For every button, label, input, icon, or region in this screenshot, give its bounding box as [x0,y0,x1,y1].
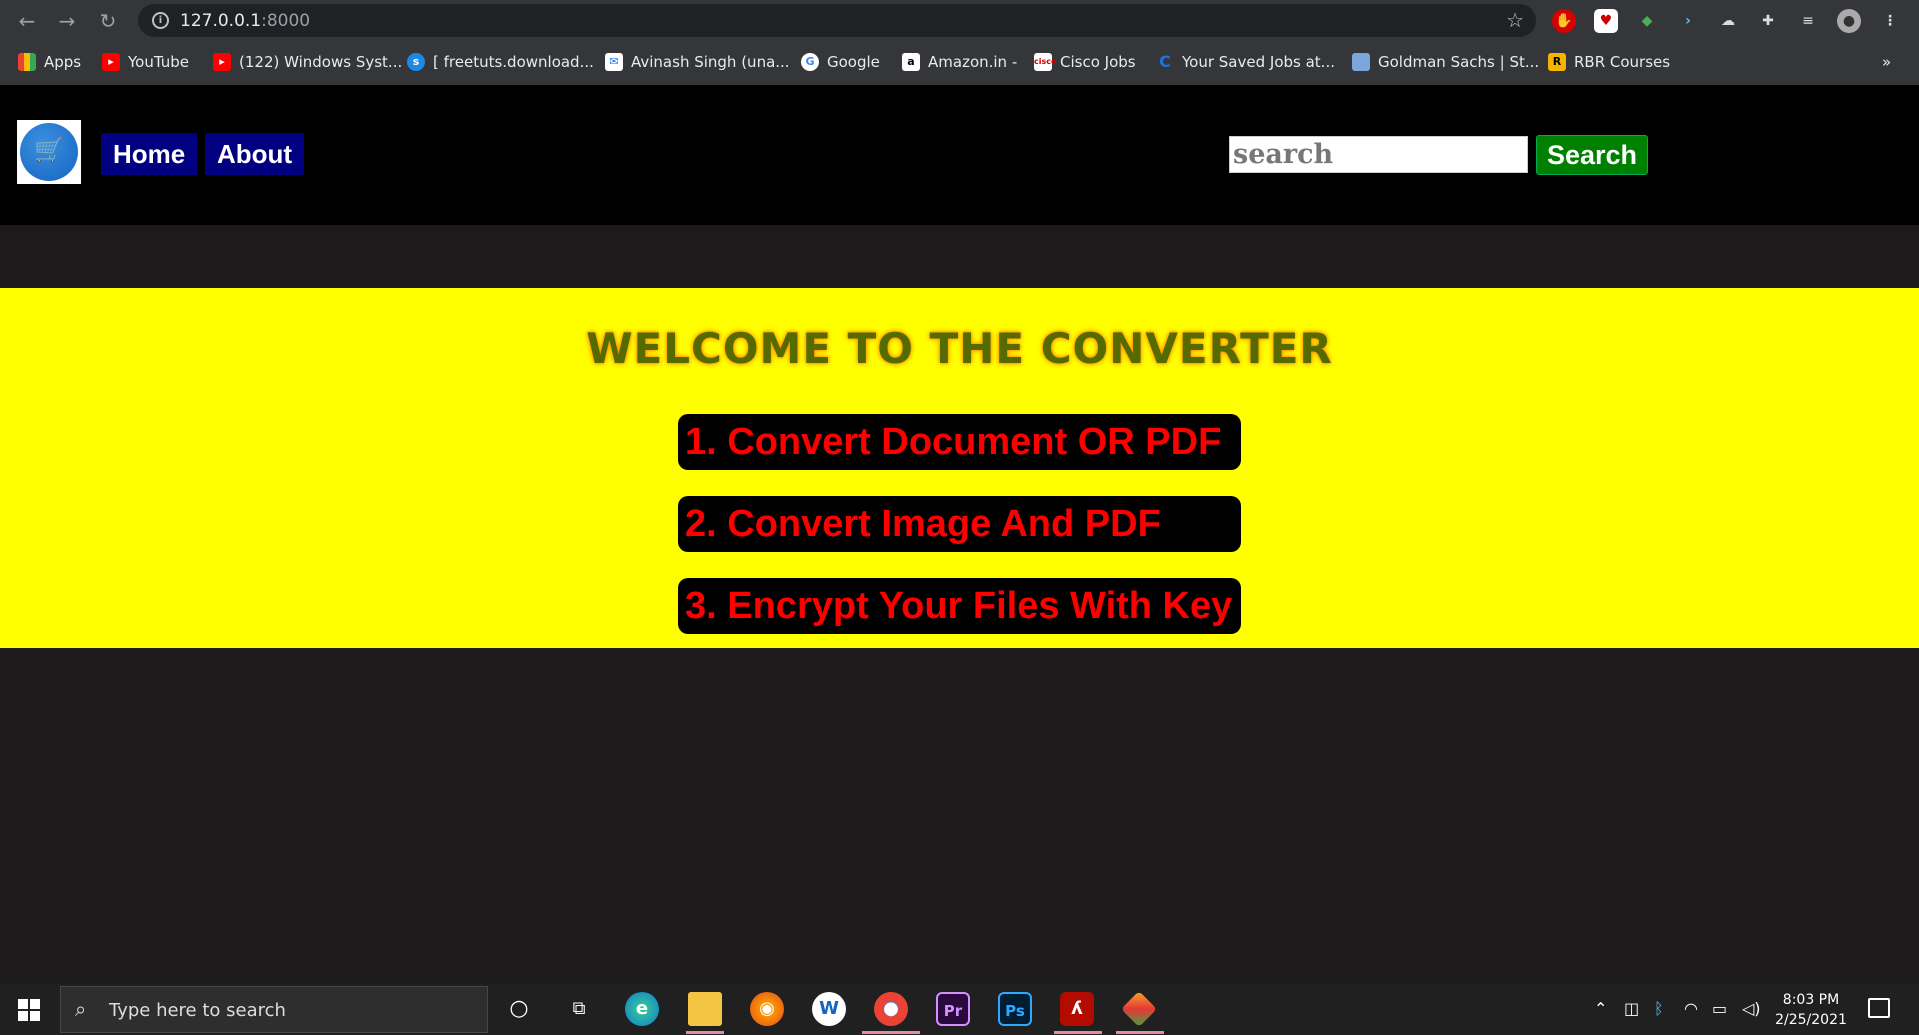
premiere-pro-icon[interactable]: Pr [936,992,970,1026]
bookmark-saved-jobs[interactable]: C Your Saved Jobs at... [1156,51,1335,73]
converter-banner: WELCOME TO THE CONVERTER 1. Convert Docu… [0,288,1919,648]
bookmark-star-icon[interactable]: ☆ [1506,8,1524,32]
edge-browser-icon[interactable]: e [625,992,659,1026]
bookmark-label: Avinash Singh (una... [631,53,790,71]
welcome-heading: WELCOME TO THE CONVERTER [586,324,1333,373]
taskbar-clock[interactable]: 8:03 PM 2/25/2021 [1771,990,1851,1030]
bookmark-windows-syst[interactable]: ▸ (122) Windows Syst... [213,51,402,73]
site-info-icon[interactable]: i [152,12,169,29]
cisco-icon: cisco [1034,53,1056,71]
bookmark-label: RBR Courses [1574,53,1671,71]
windows-start-icon[interactable] [18,999,40,1021]
bookmark-rbr-courses[interactable]: R RBR Courses [1548,51,1670,73]
bookmark-youtube[interactable]: ▸ YouTube [102,51,189,73]
nav-about-link[interactable]: About [205,133,305,175]
youtube-icon: ▸ [213,53,231,71]
battery-icon[interactable]: ▭ [1712,999,1727,1018]
c-icon: C [1159,52,1171,71]
bookmark-freetuts[interactable]: s [ freetuts.download... [407,51,594,73]
bookmarks-overflow-button[interactable]: » [1882,51,1891,73]
browser-toolbar: ← → ↻ i 127.0.0.1:8000 ☆ ✋ ♥ ◆ › ☁ ✚ ≡ ●… [0,0,1919,42]
address-bar[interactable]: i 127.0.0.1:8000 ☆ [138,4,1536,37]
bookmark-label: Goldman Sachs | St... [1378,53,1540,71]
convert-document-pdf-option[interactable]: 1. Convert Document OR PDF [678,414,1241,470]
url-text[interactable]: 127.0.0.1:8000 [180,11,310,31]
youtube-icon: ▸ [102,53,120,71]
acrobat-icon[interactable]: ʎ [1060,992,1094,1026]
clock-date: 2/25/2021 [1775,1012,1847,1028]
google-icon: G [801,53,819,71]
volume-icon[interactable]: ◁) [1742,999,1761,1018]
bookmark-label: Your Saved Jobs at... [1182,53,1335,71]
encrypt-files-option[interactable]: 3. Encrypt Your Files With Key [678,578,1241,634]
file-explorer-icon[interactable] [688,992,722,1026]
page-icon [1352,53,1370,71]
active-app-indicator [862,1031,920,1034]
back-arrow-icon[interactable]: ← [14,9,40,33]
cortana-icon[interactable]: ○ [502,992,536,1026]
bookmark-goldman-sachs[interactable]: Goldman Sachs | St... [1352,51,1539,73]
bookmark-label: [ freetuts.download... [433,53,594,71]
search-input[interactable] [1229,136,1528,173]
site-header: 🛒 Home About Search [0,85,1919,225]
wifi-icon[interactable]: ◠ [1684,999,1698,1018]
task-view-icon[interactable]: ⧉ [562,992,596,1026]
windows-taskbar: ⌕ Type here to search ○ ⧉ e ◉ W ● Pr Ps … [0,984,1919,1035]
reading-list-icon[interactable]: ≡ [1796,9,1820,33]
chrome-icon[interactable]: ● [874,992,908,1026]
puzzle-extensions-icon[interactable]: ✚ [1756,9,1780,33]
notification-center-icon[interactable] [1868,998,1890,1018]
pocket-extension-icon[interactable]: ♥ [1594,9,1618,33]
active-app-indicator [1054,1031,1102,1034]
firefox-icon[interactable]: ◉ [750,992,784,1026]
bookmark-label: YouTube [128,53,189,71]
word-app-icon[interactable]: W [812,992,846,1026]
bookmarks-bar: Apps ▸ YouTube ▸ (122) Windows Syst... s… [0,46,1919,78]
url-host: 127.0.0.1 [180,11,262,31]
clock-time: 8:03 PM [1782,992,1840,1008]
profile-avatar-icon[interactable]: ● [1837,9,1861,33]
adblock-extension-icon[interactable]: ✋ [1552,9,1576,33]
active-app-indicator [686,1031,724,1034]
overflow-chevron-icon: » [1882,53,1892,71]
rbr-icon: R [1548,53,1566,71]
tray-chevron-up-icon[interactable]: ⌃ [1594,999,1607,1018]
photoshop-icon[interactable]: Ps [998,992,1032,1026]
bookmark-label: Apps [44,53,82,71]
bookmark-label: Google [827,53,880,71]
search-icon: ⌕ [75,997,87,1021]
nav-home-link[interactable]: Home [101,133,198,175]
git-app-icon[interactable] [1120,990,1158,1028]
amazon-icon: a [902,53,920,71]
bookmark-label: (122) Windows Syst... [239,53,403,71]
meet-now-icon[interactable]: ◫ [1624,999,1639,1018]
bookmark-google[interactable]: G Google [801,51,880,73]
active-app-indicator [1116,1031,1164,1034]
bluetooth-icon[interactable]: ᛒ [1654,999,1664,1018]
reload-icon[interactable]: ↻ [95,9,121,33]
taskbar-search-box[interactable]: ⌕ Type here to search [60,986,488,1033]
cart-logo[interactable]: 🛒 [17,120,81,184]
colorful-extension-icon[interactable]: ◆ [1635,9,1659,33]
url-port: :8000 [261,11,311,31]
cloud-extension-icon[interactable]: ☁ [1716,9,1740,33]
search-button[interactable]: Search [1536,135,1648,175]
browser-chrome: ← → ↻ i 127.0.0.1:8000 ☆ ✋ ♥ ◆ › ☁ ✚ ≡ ●… [0,0,1919,85]
convert-image-pdf-option[interactable]: 2. Convert Image And PDF [678,496,1241,552]
forward-arrow-icon[interactable]: → [54,9,80,33]
bookmark-label: Amazon.in - [928,53,1018,71]
shopping-cart-icon: 🛒 [34,136,64,164]
apps-grid-icon [18,53,36,71]
freetuts-icon: s [407,53,425,71]
bookmark-amazon[interactable]: a Amazon.in - [902,51,1017,73]
bookmark-apps[interactable]: Apps [18,51,81,73]
menu-kebab-icon[interactable]: ⋮ [1878,9,1902,33]
arrow-extension-icon[interactable]: › [1676,9,1700,33]
bookmark-cisco-jobs[interactable]: cisco Cisco Jobs [1034,51,1136,73]
taskbar-search-placeholder: Type here to search [109,1000,286,1021]
mail-icon: ✉ [605,53,623,71]
bookmark-label: Cisco Jobs [1060,53,1136,71]
bookmark-avinash-singh[interactable]: ✉ Avinash Singh (una... [605,51,790,73]
